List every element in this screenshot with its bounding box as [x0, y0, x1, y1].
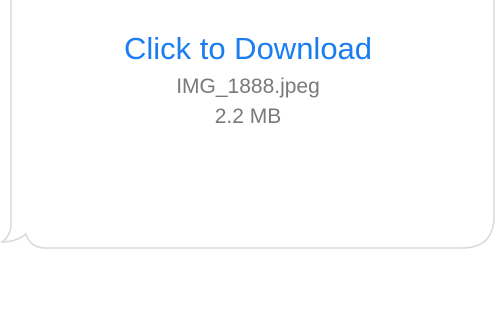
file-name: IMG_1888.jpeg [176, 75, 320, 98]
download-link[interactable]: Click to Download [20, 26, 476, 72]
message-view: Click to Download IMG_1888.jpeg 2.2 MB [0, 0, 496, 336]
attachment-card: Click to Download IMG_1888.jpeg 2.2 MB [20, 26, 476, 132]
file-size: 2.2 MB [214, 105, 282, 128]
